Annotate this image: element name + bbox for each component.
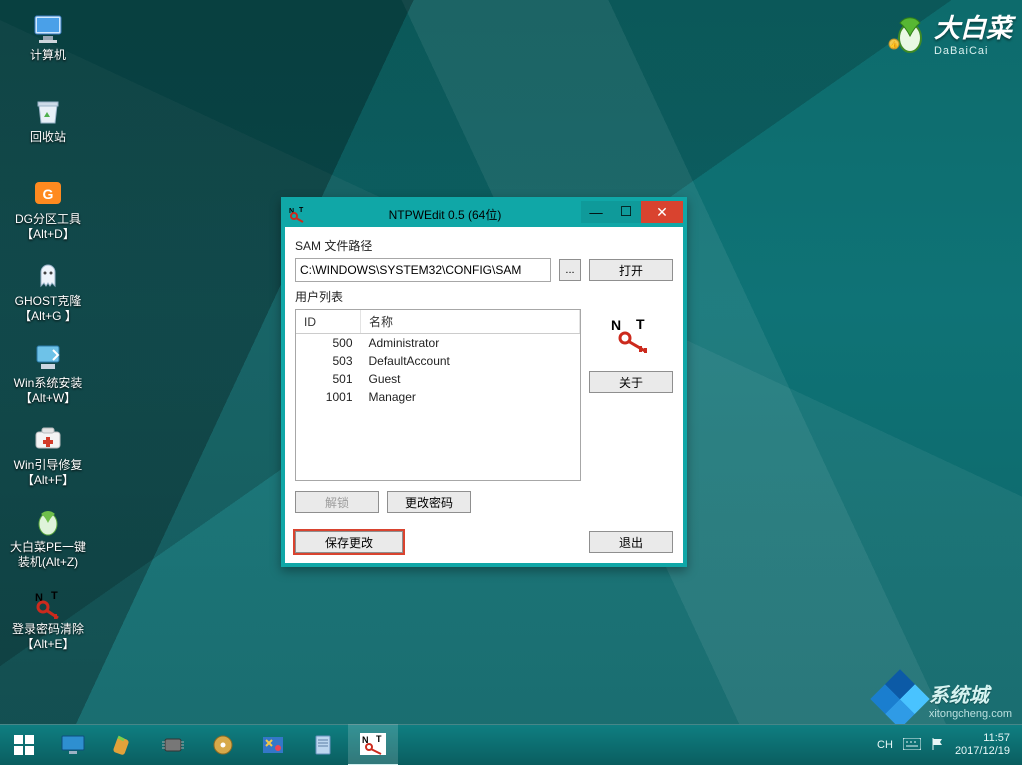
col-id[interactable]: ID: [296, 310, 361, 334]
save-button[interactable]: 保存更改: [295, 531, 403, 553]
watermark: 系统城 xitongcheng.com: [879, 678, 1012, 720]
taskbar: NT CH 11:57 2017/12/19: [0, 724, 1022, 765]
minimize-button[interactable]: —: [581, 201, 611, 223]
capture-icon: [260, 734, 286, 756]
key-not-icon: NT: [4, 580, 92, 620]
desktop-icon-ghost-tool[interactable]: GHOST克隆 【Alt+G 】: [4, 252, 92, 330]
ntpwedit-window: NT NTPWEdit 0.5 (64位) — ☐ ✕ SAM 文件路径 ...…: [281, 197, 687, 567]
task-monitor[interactable]: [48, 725, 98, 765]
svg-text:T: T: [376, 734, 382, 744]
task-screenshot[interactable]: [248, 725, 298, 765]
unlock-button[interactable]: 解锁: [295, 491, 379, 513]
svg-text:G: G: [43, 186, 54, 202]
cabbage-mascot-icon: 👍: [888, 10, 928, 56]
monitor-icon: [4, 6, 92, 46]
chip-icon: [160, 734, 186, 756]
exit-button[interactable]: 退出: [589, 531, 673, 553]
table-row[interactable]: 503DefaultAccount: [296, 352, 580, 370]
table-row[interactable]: 501Guest: [296, 370, 580, 388]
desktop-icon-pwd-clear[interactable]: NT 登录密码清除 【Alt+E】: [4, 580, 92, 658]
ghost-icon: [4, 252, 92, 292]
tray-clock[interactable]: 11:57 2017/12/19: [955, 732, 1010, 758]
monitor-icon: [60, 734, 86, 756]
first-aid-icon: [4, 416, 92, 456]
task-notepad[interactable]: [298, 725, 348, 765]
userlist-label: 用户列表: [295, 288, 673, 305]
recycle-bin-icon: [4, 88, 92, 128]
install-icon: [4, 334, 92, 374]
sam-path-label: SAM 文件路径: [295, 237, 673, 254]
svg-text:T: T: [636, 316, 645, 332]
desktop-icon-dbc-installer[interactable]: 大白菜PE一键 装机(Alt+Z): [4, 498, 92, 576]
sam-path-input[interactable]: [295, 258, 551, 282]
desktop-icon-boot-repair[interactable]: Win引导修复 【Alt+F】: [4, 416, 92, 494]
svg-text:👍: 👍: [890, 40, 899, 49]
desktop-icon-dg-tool[interactable]: G DG分区工具 【Alt+D】: [4, 170, 92, 248]
window-title: NTPWEdit 0.5 (64位): [309, 206, 581, 223]
svg-text:N: N: [611, 317, 621, 333]
windows-icon: [14, 735, 34, 755]
watermark-icon: [870, 669, 929, 728]
titlebar[interactable]: NT NTPWEdit 0.5 (64位) — ☐ ✕: [285, 201, 683, 227]
table-row[interactable]: 1001Manager: [296, 388, 580, 406]
flag-icon[interactable]: [931, 737, 945, 754]
disk-partition-icon: G: [4, 170, 92, 210]
system-tray: CH 11:57 2017/12/19: [865, 732, 1022, 758]
disc-icon: [210, 734, 236, 756]
app-icon: NT: [285, 205, 309, 223]
desktop-icon-win-install[interactable]: Win系统安装 【Alt+W】: [4, 334, 92, 412]
table-row[interactable]: 500Administrator: [296, 334, 580, 353]
about-button[interactable]: 关于: [589, 371, 673, 393]
start-button[interactable]: [0, 725, 48, 765]
close-button[interactable]: ✕: [641, 201, 683, 223]
browse-button[interactable]: ...: [559, 259, 581, 281]
key-not-icon: NT: [360, 733, 386, 755]
task-chip[interactable]: [148, 725, 198, 765]
svg-text:T: T: [299, 207, 304, 214]
eraser-icon: [110, 734, 136, 756]
app-logo-icon: NT: [607, 315, 655, 355]
notepad-icon: [310, 734, 336, 756]
task-ntpwedit[interactable]: NT: [348, 724, 398, 765]
change-password-button[interactable]: 更改密码: [387, 491, 471, 513]
ime-indicator[interactable]: CH: [877, 739, 893, 751]
col-name[interactable]: 名称: [361, 310, 580, 334]
brand-logo: 👍 大白菜 DaBaiCai: [888, 8, 1012, 57]
maximize-button[interactable]: ☐: [611, 201, 641, 223]
svg-text:T: T: [51, 590, 58, 602]
desktop-icon-recycle-bin[interactable]: 回收站: [4, 88, 92, 166]
keyboard-icon[interactable]: [903, 738, 921, 753]
open-button[interactable]: 打开: [589, 259, 673, 281]
desktop-icons: 计算机 回收站 G DG分区工具 【Alt+D】 GHOST克隆 【Alt+G …: [4, 6, 94, 662]
task-eraser[interactable]: [98, 725, 148, 765]
desktop-icon-my-computer[interactable]: 计算机: [4, 6, 92, 84]
cabbage-icon: [4, 498, 92, 538]
user-table[interactable]: ID 名称 500Administrator 503DefaultAccount…: [295, 309, 581, 481]
task-cd[interactable]: [198, 725, 248, 765]
desktop: 计算机 回收站 G DG分区工具 【Alt+D】 GHOST克隆 【Alt+G …: [0, 0, 1022, 765]
